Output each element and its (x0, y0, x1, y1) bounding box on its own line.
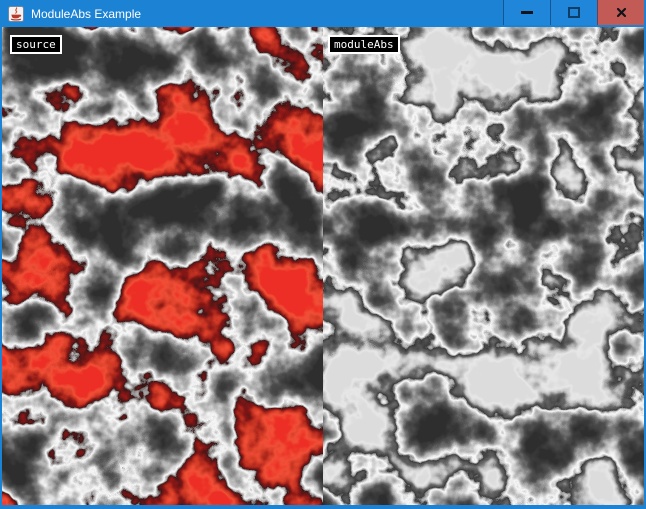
maximize-button[interactable] (550, 0, 597, 25)
source-label: source (10, 35, 62, 54)
app-window: ModuleAbs Example (0, 0, 646, 509)
moduleabs-noise-image (323, 27, 644, 505)
source-image-panel: source (2, 27, 323, 505)
close-x-icon (616, 7, 627, 18)
minimize-button[interactable] (503, 0, 550, 25)
moduleabs-label: moduleAbs (328, 35, 400, 54)
minimize-icon (521, 11, 533, 14)
java-coffee-cup-icon[interactable] (8, 6, 24, 22)
content-area: source (0, 27, 646, 509)
java-coffee-cup-glyph (8, 6, 24, 22)
source-noise-image (2, 27, 323, 505)
window-title: ModuleAbs Example (31, 7, 503, 21)
titlebar[interactable]: ModuleAbs Example (0, 0, 646, 27)
window-controls (503, 0, 644, 25)
moduleabs-image-panel: moduleAbs (323, 27, 644, 505)
maximize-icon (568, 7, 580, 18)
close-button[interactable] (597, 0, 644, 25)
